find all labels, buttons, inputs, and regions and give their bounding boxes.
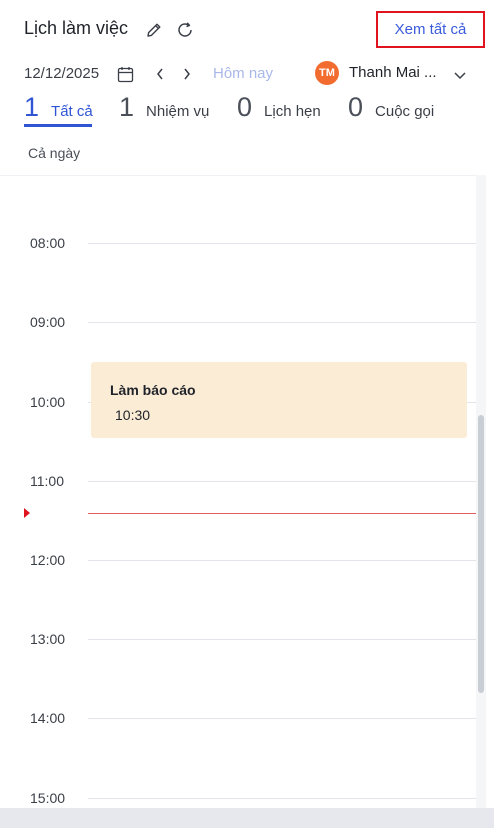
bottom-bar	[0, 808, 494, 828]
hour-label: 12:00	[30, 552, 66, 568]
tab-count: 0	[237, 92, 253, 122]
event-title: Làm báo cáo	[110, 382, 196, 398]
tab-label: Nhiệm vụ	[146, 103, 210, 120]
active-tab-indicator	[24, 124, 92, 127]
tab-label: Lịch hẹn	[264, 103, 321, 120]
hour-label: 14:00	[30, 710, 66, 726]
avatar[interactable]: TM	[315, 61, 339, 85]
hour-label: 08:00	[30, 235, 66, 251]
hour-label: 10:00	[30, 394, 66, 410]
tab-count: 0	[348, 92, 364, 122]
chevron-left-icon[interactable]	[152, 65, 168, 83]
chevron-right-icon[interactable]	[179, 65, 195, 83]
tab-count: 1	[24, 92, 40, 122]
hour-line	[88, 322, 476, 323]
hour-line	[88, 798, 476, 799]
scrollbar-thumb[interactable]	[478, 415, 484, 693]
hour-label: 09:00	[30, 314, 66, 330]
tab-calls[interactable]: 0 Cuộc gọi	[348, 92, 434, 128]
current-time-marker	[24, 508, 30, 518]
hour-line	[88, 718, 476, 719]
calendar-icon[interactable]	[116, 65, 134, 83]
tab-tasks[interactable]: 1 Nhiệm vụ	[119, 92, 209, 128]
hour-label: 15:00	[30, 790, 66, 806]
current-time-line	[88, 513, 476, 514]
page-title: Lịch làm việc	[24, 18, 129, 38]
tab-appointments[interactable]: 0 Lịch hẹn	[237, 92, 321, 128]
edit-icon[interactable]	[144, 20, 164, 40]
date-display[interactable]: 12/12/2025	[24, 65, 99, 82]
view-all-button[interactable]: Xem tất cả	[376, 11, 485, 48]
tab-count: 1	[119, 92, 135, 122]
schedule-panel: Lịch làm việc Xem tất cả 12/12/2025 Hôm …	[0, 0, 494, 808]
hour-label: 11:00	[30, 473, 64, 489]
tab-label: Tất cả	[51, 103, 93, 120]
chevron-down-icon[interactable]	[452, 67, 468, 83]
hour-line	[88, 481, 476, 482]
hour-line	[88, 560, 476, 561]
event-time: 10:30	[115, 407, 151, 423]
user-selector[interactable]: Thanh Mai ...	[349, 64, 437, 81]
hour-line	[88, 243, 476, 244]
refresh-icon[interactable]	[175, 20, 195, 40]
hour-line	[88, 639, 476, 640]
today-button[interactable]: Hôm nay	[213, 65, 273, 82]
tab-all[interactable]: 1 Tất cả	[24, 92, 93, 128]
all-day-label: Cả ngày	[28, 145, 81, 161]
divider	[0, 175, 476, 176]
hour-label: 13:00	[30, 631, 66, 647]
event-card[interactable]: Làm báo cáo 10:30	[91, 362, 467, 438]
tab-label: Cuộc gọi	[375, 103, 435, 120]
